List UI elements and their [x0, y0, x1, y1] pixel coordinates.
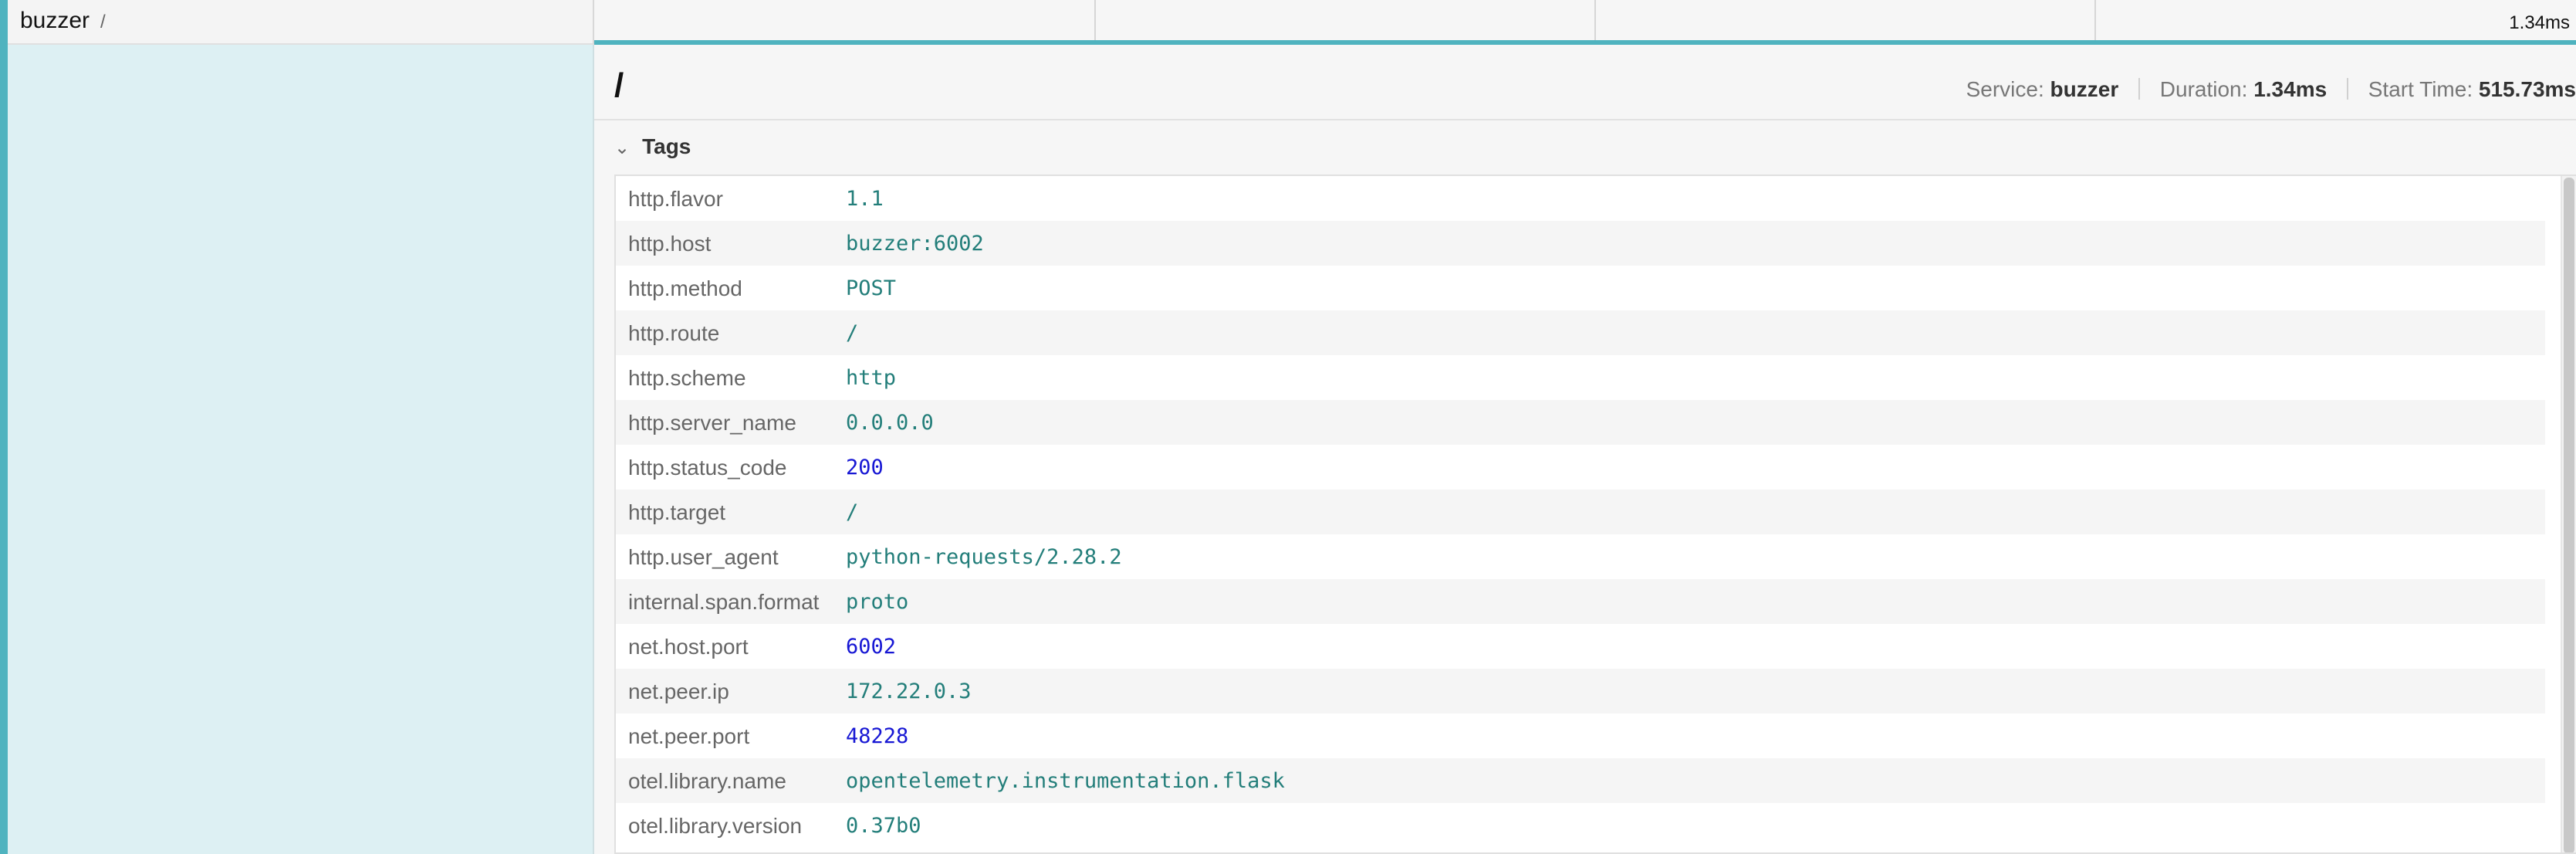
tag-row[interactable]: http.method POST	[616, 266, 2545, 310]
tags-toggle[interactable]: ⌄ Tags	[614, 134, 691, 159]
span-meta: Service: buzzer Duration: 1.34ms Start T…	[1966, 77, 2576, 102]
tag-key: net.peer.ip	[628, 679, 729, 703]
duration-label: Duration:	[2159, 77, 2248, 101]
span-operation-name: /	[100, 12, 106, 32]
tag-row[interactable]: net.peer.ip 172.22.0.3	[616, 669, 2545, 713]
span-detail-header: / Service: buzzer Duration: 1.34ms Start…	[594, 45, 2576, 120]
tags-scrollbar[interactable]	[2561, 176, 2576, 852]
duration-value: 1.34ms	[2253, 77, 2328, 101]
tag-row[interactable]: net.host.port 6002	[616, 624, 2545, 669]
tag-value: 1.1	[846, 187, 884, 211]
span-duration-label: 1.34ms	[2509, 12, 2570, 33]
tag-key: http.scheme	[628, 366, 746, 390]
tag-key: http.status_code	[628, 456, 787, 480]
span-service-name: buzzer	[20, 8, 90, 33]
timeline-tick	[2094, 0, 2096, 40]
tag-value: opentelemetry.instrumentation.flask	[846, 769, 1285, 793]
scrollbar-thumb[interactable]	[2564, 178, 2574, 852]
tag-key: http.target	[628, 500, 726, 524]
tag-key: http.flavor	[628, 187, 723, 211]
tag-value: POST	[846, 276, 897, 300]
tag-value: buzzer:6002	[846, 232, 984, 256]
chevron-down-icon: ⌄	[614, 137, 630, 158]
tags-table: http.flavor 1.1 http.host buzzer:6002 http.m…	[614, 175, 2576, 854]
service-color-indicator	[0, 0, 8, 45]
tag-row[interactable]: http.user_agent python-requests/2.28.2	[616, 534, 2545, 579]
tag-row[interactable]: http.status_code 200	[616, 445, 2545, 490]
service-value: buzzer	[2050, 77, 2119, 101]
tag-value: proto	[846, 590, 909, 614]
tag-key: http.server_name	[628, 411, 796, 435]
span-detail-left-panel	[0, 45, 594, 854]
span-detail-title: /	[614, 66, 624, 104]
timeline-tick	[1594, 0, 1596, 40]
tag-value: 172.22.0.3	[846, 679, 972, 703]
tag-value: /	[846, 321, 859, 345]
tags-header-label: Tags	[642, 134, 691, 158]
tag-key: otel.library.name	[628, 769, 786, 793]
service-label: Service:	[1966, 77, 2044, 101]
tag-value: http	[846, 366, 897, 390]
tag-key: internal.span.format	[628, 590, 820, 614]
tag-row[interactable]: http.server_name 0.0.0.0	[616, 400, 2545, 445]
tag-row[interactable]: net.peer.port 48228	[616, 713, 2545, 758]
timeline-tick	[1094, 0, 1096, 40]
tag-row[interactable]: http.host buzzer:6002	[616, 221, 2545, 266]
start-time-label: Start Time:	[2368, 77, 2473, 101]
span-row[interactable]: buzzer / 1.34ms	[0, 0, 2576, 45]
tag-row[interactable]: otel.library.name opentelemetry.instrumen…	[616, 758, 2545, 803]
tag-row[interactable]: http.target /	[616, 490, 2545, 534]
tag-value: /	[846, 500, 859, 524]
tag-value: python-requests/2.28.2	[846, 545, 1122, 569]
tag-key: http.method	[628, 276, 742, 300]
tag-row[interactable]: http.scheme http	[616, 355, 2545, 400]
span-name-cell[interactable]: buzzer /	[0, 0, 594, 45]
tag-row[interactable]: internal.span.format proto	[616, 579, 2545, 624]
tag-value: 0.0.0.0	[846, 411, 934, 435]
tag-key: http.host	[628, 232, 712, 256]
start-time-value: 515.73ms	[2478, 77, 2576, 101]
span-timeline-cell[interactable]: 1.34ms	[594, 0, 2576, 45]
tag-row[interactable]: http.route /	[616, 310, 2545, 355]
meta-divider	[2346, 78, 2348, 100]
tag-key: net.host.port	[628, 635, 749, 659]
tag-value: 6002	[846, 635, 897, 659]
tag-key: net.peer.port	[628, 724, 750, 748]
tag-value: 200	[846, 456, 884, 480]
tag-value: 48228	[846, 724, 909, 748]
tag-key: http.user_agent	[628, 545, 779, 569]
tag-value: 0.37b0	[846, 814, 921, 838]
tag-key: otel.library.version	[628, 814, 803, 838]
tag-key: http.route	[628, 321, 720, 345]
span-detail-panel: / Service: buzzer Duration: 1.34ms Start…	[594, 45, 2576, 854]
tag-row[interactable]: otel.library.version 0.37b0	[616, 803, 2545, 848]
meta-divider	[2138, 78, 2141, 100]
tag-row[interactable]: http.flavor 1.1	[616, 176, 2545, 221]
service-color-indicator	[0, 45, 8, 854]
